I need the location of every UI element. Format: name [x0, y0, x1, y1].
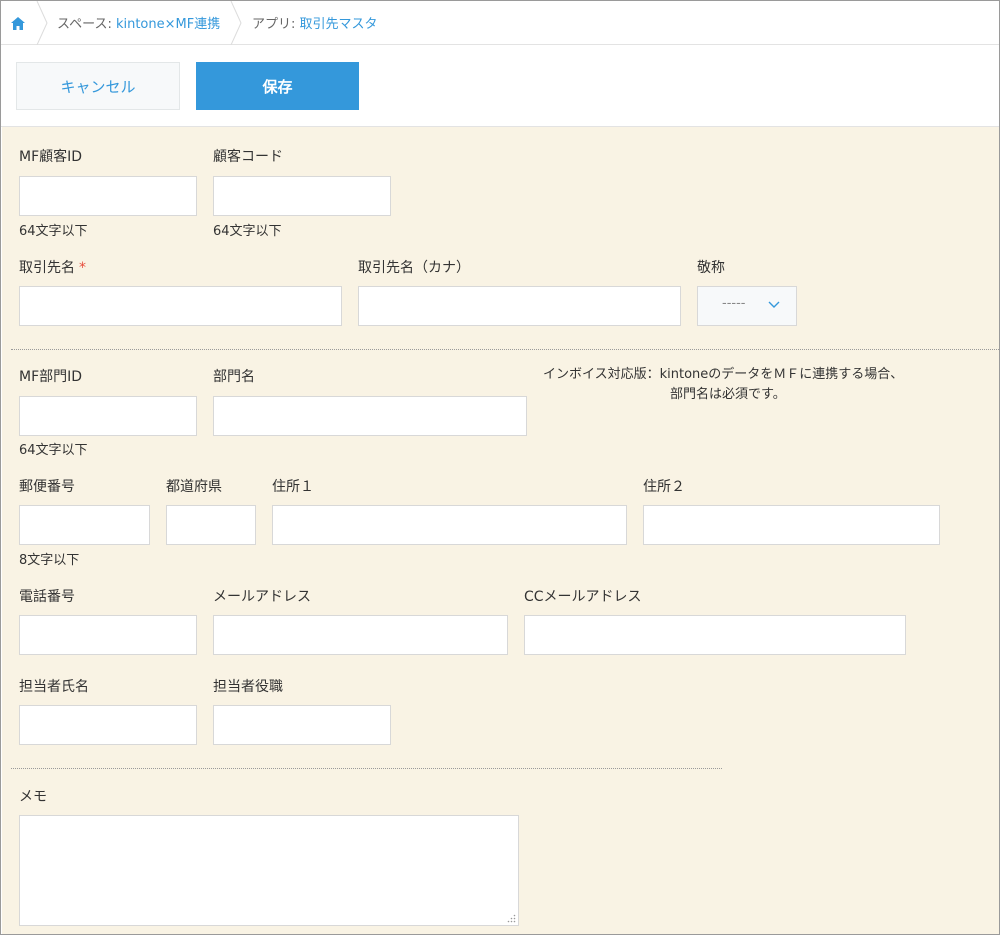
record-form: MF顧客ID 64文字以下 顧客コード 64文字以下 取引先名 * 取引先名（カナ…	[2, 127, 999, 934]
customer-code-input[interactable]	[213, 176, 391, 216]
mf-customer-id-label: MF顧客ID	[19, 149, 83, 165]
contact-title-label: 担当者役職	[213, 679, 283, 695]
breadcrumb-space-prefix: スペース:	[57, 17, 116, 32]
honorific-label: 敬称	[697, 260, 725, 276]
app-window: スペース: kintone×MF連携 アプリ: 取引先マスタ キャンセル 保存 …	[0, 0, 1000, 935]
memo-textarea[interactable]	[19, 815, 519, 926]
chevron-down-icon	[768, 301, 780, 308]
partner-name-input[interactable]	[19, 286, 342, 326]
invoice-hint-line1: インボイス対応版：kintoneのデータをＭＦに連携する場合、	[543, 367, 904, 382]
memo-label: メモ	[19, 789, 47, 805]
contact-name-label: 担当者氏名	[19, 679, 89, 695]
resize-grip-icon[interactable]	[507, 914, 516, 923]
home-icon	[11, 16, 25, 30]
postal-code-label: 郵便番号	[19, 479, 75, 495]
breadcrumb-app[interactable]: アプリ: 取引先マスタ	[252, 13, 378, 32]
address2-label: 住所２	[643, 479, 685, 495]
breadcrumb-space-name[interactable]: kintone×MF連携	[116, 17, 220, 32]
cancel-button[interactable]: キャンセル	[16, 62, 180, 110]
address1-input[interactable]	[272, 505, 627, 545]
cc-email-input[interactable]	[524, 615, 906, 655]
partner-name-kana-input[interactable]	[358, 286, 681, 326]
customer-code-note: 64文字以下	[213, 224, 282, 239]
prefecture-input[interactable]	[166, 505, 256, 545]
mf-customer-id-input[interactable]	[19, 176, 197, 216]
customer-code-label: 顧客コード	[213, 149, 283, 165]
department-name-label: 部門名	[213, 369, 255, 385]
phone-label: 電話番号	[19, 589, 75, 605]
partner-name-label-text: 取引先名	[19, 260, 75, 276]
breadcrumb-app-name[interactable]: 取引先マスタ	[300, 17, 378, 32]
postal-code-note: 8文字以下	[19, 553, 80, 568]
department-name-input[interactable]	[213, 396, 527, 436]
mf-department-id-note: 64文字以下	[19, 443, 88, 458]
section-divider	[11, 349, 999, 350]
prefecture-label: 都道府県	[166, 479, 222, 495]
cc-email-label: CCメールアドレス	[524, 589, 642, 605]
required-mark: *	[79, 260, 86, 276]
section-divider	[11, 768, 722, 769]
postal-code-input[interactable]	[19, 505, 150, 545]
toolbar: キャンセル 保存	[1, 46, 999, 127]
breadcrumb-space[interactable]: スペース: kintone×MF連携	[57, 13, 220, 32]
home-link[interactable]	[1, 1, 35, 45]
breadcrumb-app-prefix: アプリ:	[252, 17, 300, 32]
contact-name-input[interactable]	[19, 705, 197, 745]
save-button[interactable]: 保存	[196, 62, 359, 110]
email-input[interactable]	[213, 615, 508, 655]
breadcrumb-separator-icon	[230, 1, 242, 45]
honorific-selected-value: -----	[722, 296, 746, 311]
partner-name-label: 取引先名 *	[19, 257, 86, 277]
mf-department-id-input[interactable]	[19, 396, 197, 436]
email-label: メールアドレス	[213, 589, 311, 605]
honorific-select[interactable]: -----	[697, 286, 797, 326]
partner-name-kana-label: 取引先名（カナ）	[358, 260, 470, 276]
mf-department-id-label: MF部門ID	[19, 369, 83, 385]
phone-input[interactable]	[19, 615, 197, 655]
invoice-hint-line2: 部門名は必須です。	[670, 387, 786, 402]
address1-label: 住所１	[272, 479, 314, 495]
contact-title-input[interactable]	[213, 705, 391, 745]
breadcrumb: スペース: kintone×MF連携 アプリ: 取引先マスタ	[1, 1, 999, 45]
address2-input[interactable]	[643, 505, 940, 545]
mf-customer-id-note: 64文字以下	[19, 224, 88, 239]
breadcrumb-separator-icon	[36, 1, 48, 45]
